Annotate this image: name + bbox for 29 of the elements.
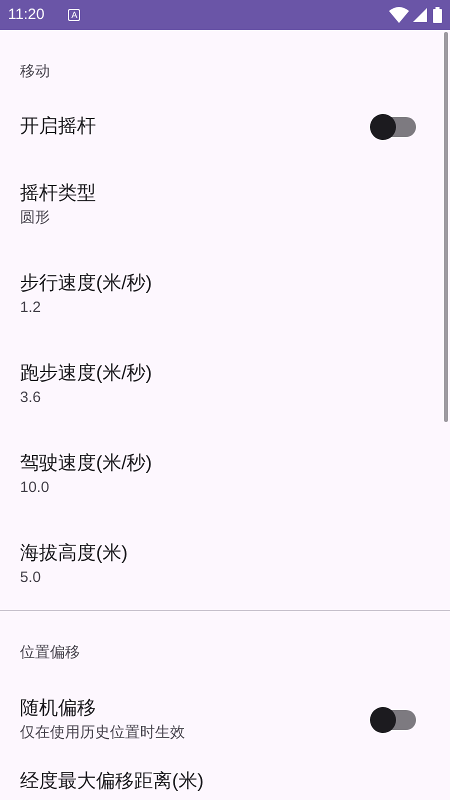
item-summary: 仅在使用历史位置时生效 [20,723,186,743]
battery-icon [433,7,442,23]
item-title: 海拔高度(米) [20,542,129,566]
settings-item[interactable]: 跑步速度(米/秒) 3.6 [0,340,450,430]
section-header: 移动 [20,62,51,82]
signal-icon [413,8,427,22]
item-summary: 3.6 [20,388,42,408]
settings-item[interactable]: 开启摇杆 [0,94,450,160]
wifi-icon [389,7,409,23]
settings-item[interactable]: 随机偏移 仅在使用历史位置时生效 [0,675,450,765]
settings-item[interactable]: 经度最大偏移距离(米) [0,765,450,798]
item-title: 开启摇杆 [20,115,97,139]
settings-item[interactable]: 步行速度(米/秒) 1.2 [0,250,450,340]
settings-item[interactable]: 驾驶速度(米/秒) 10.0 [0,430,450,520]
item-title: 经度最大偏移距离(米) [20,770,205,794]
item-summary: 1.2 [20,298,42,318]
section-header: 位置偏移 [20,643,81,663]
status-time: 11:20 [8,4,44,25]
item-title: 驾驶速度(米/秒) [20,452,153,476]
settings-item[interactable]: 摇杆类型 圆形 [0,160,450,250]
item-summary: 5.0 [20,568,42,588]
item-title: 随机偏移 [20,697,97,721]
item-title: 步行速度(米/秒) [20,272,153,296]
item-title: 摇杆类型 [20,182,97,206]
notification-icon: A [68,9,80,21]
item-summary: 10.0 [20,478,50,498]
item-title: 跑步速度(米/秒) [20,362,153,386]
settings-item[interactable]: 海拔高度(米) 5.0 [0,520,450,610]
item-summary: 圆形 [20,208,51,228]
